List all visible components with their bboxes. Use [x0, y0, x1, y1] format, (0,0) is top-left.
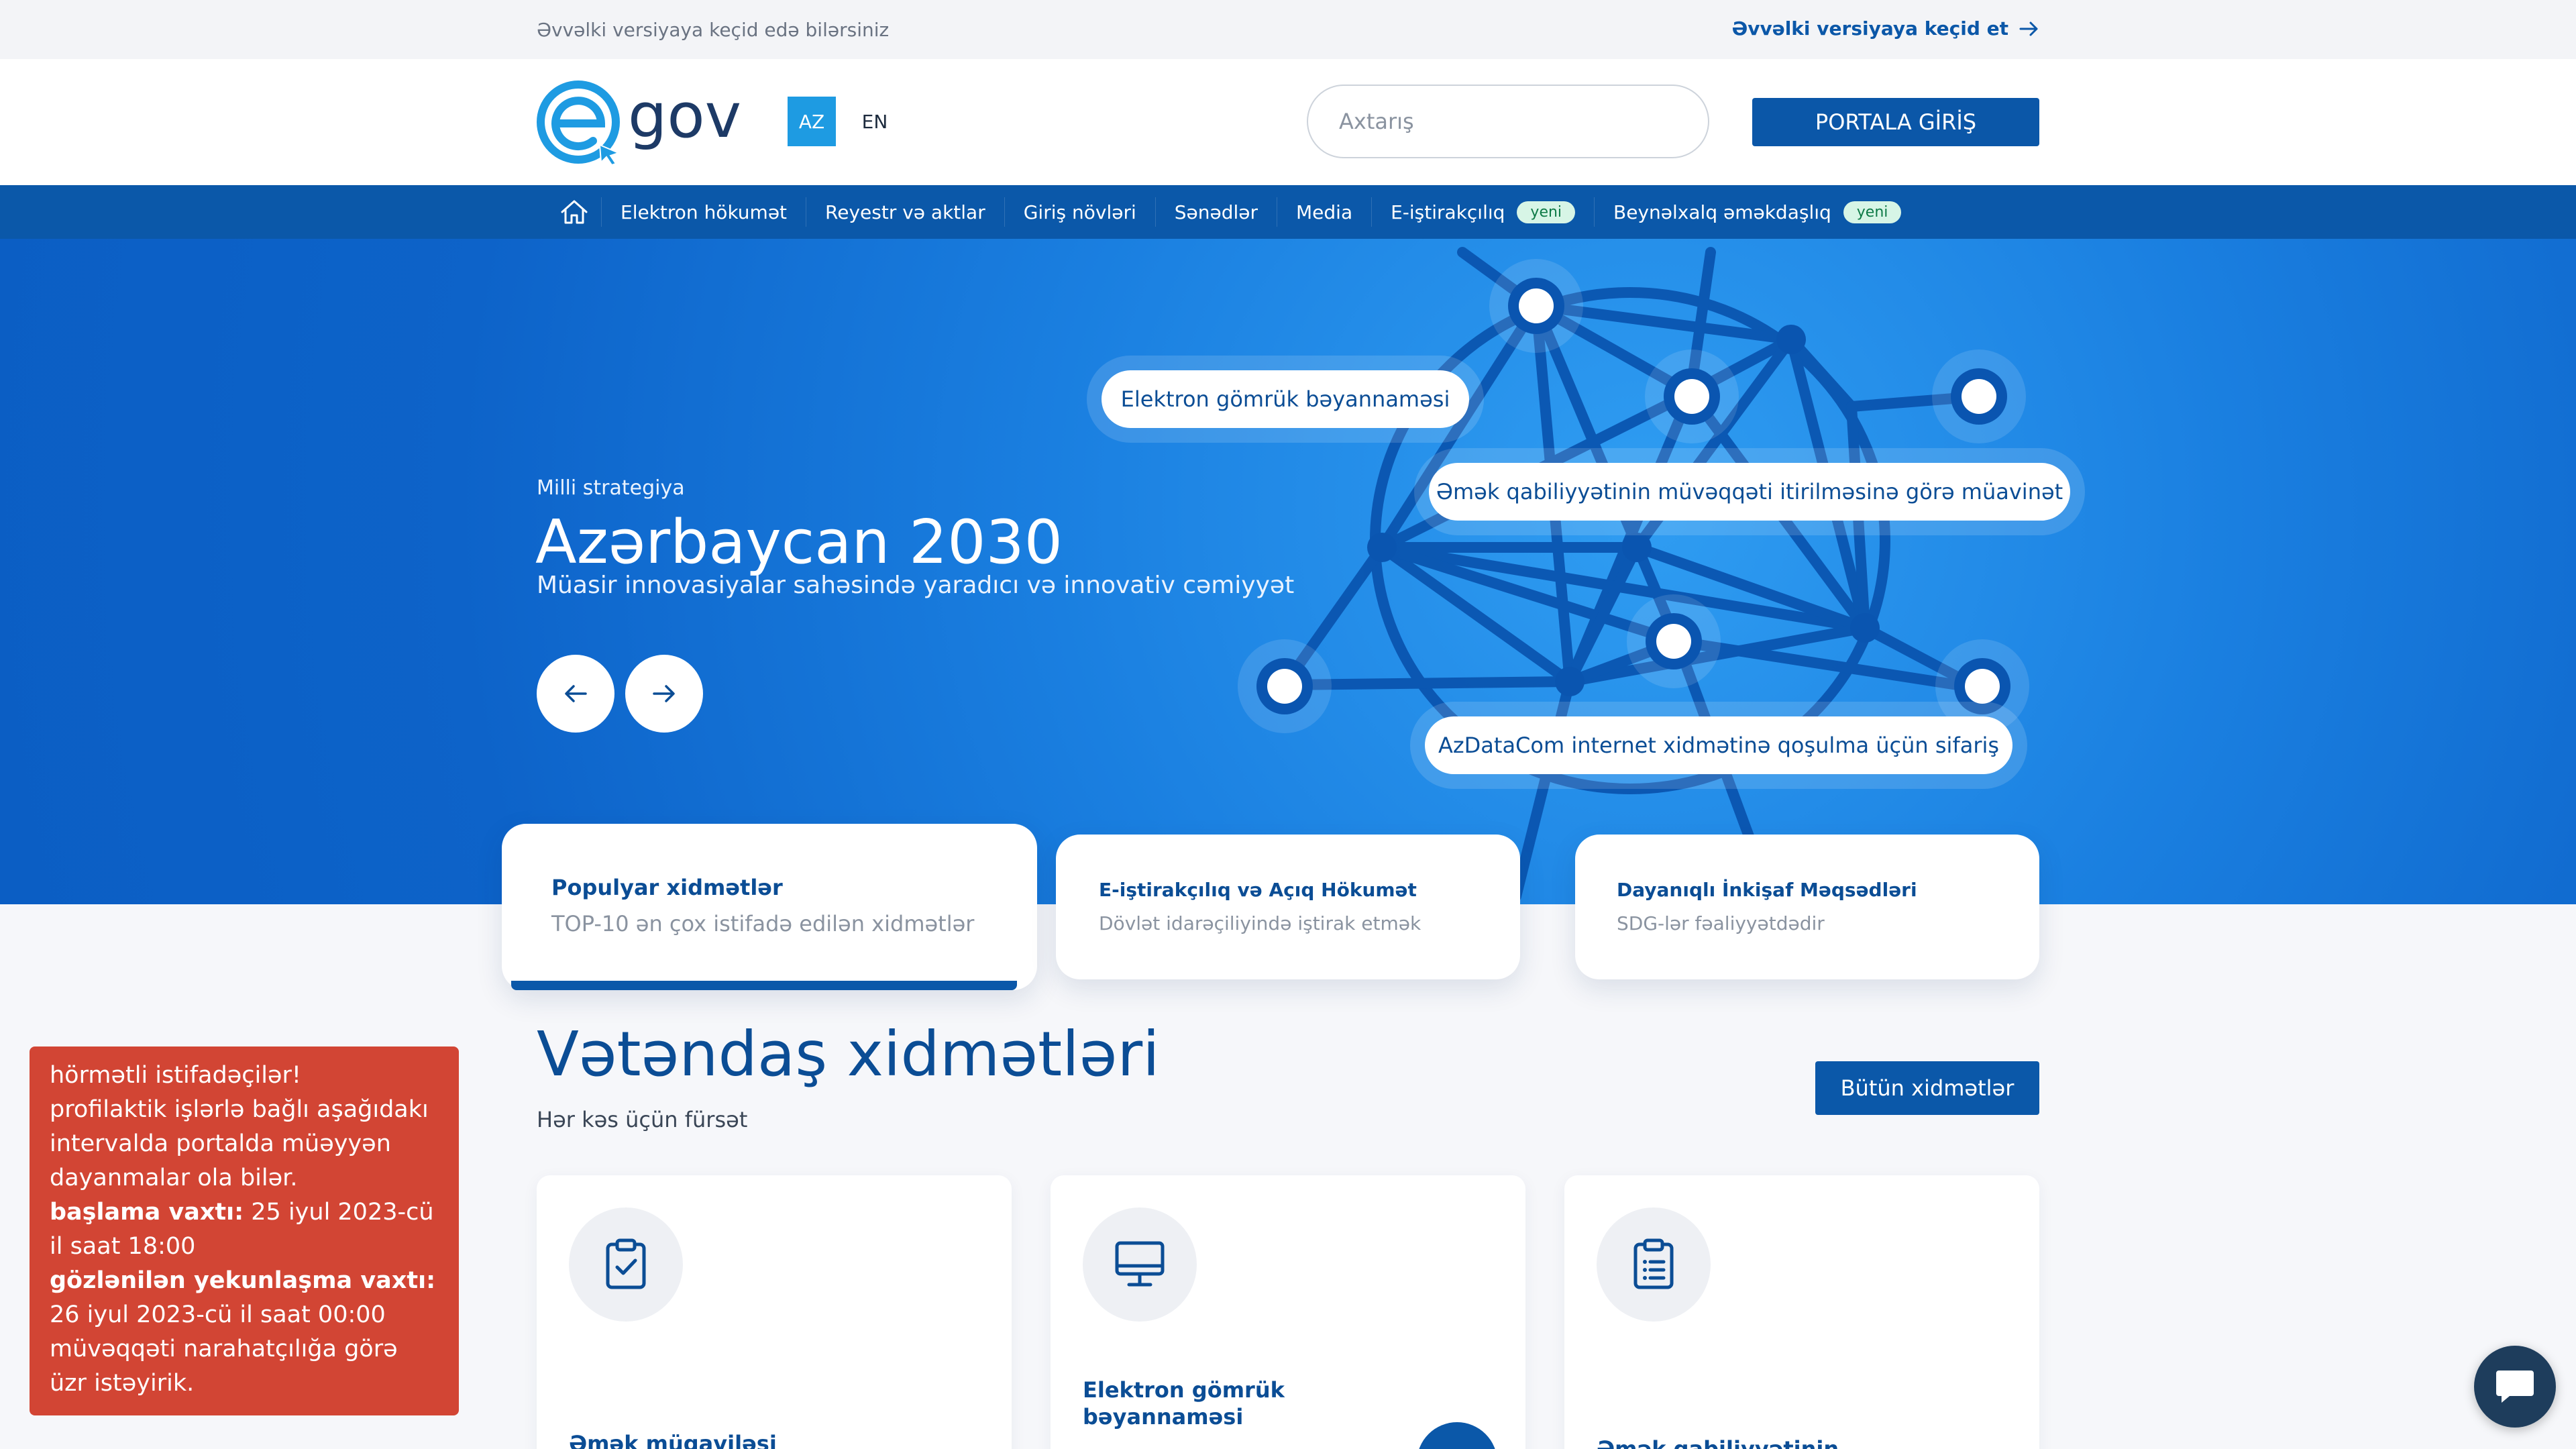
service-title: Elektron gömrük bəyannaməsi — [1083, 1377, 1285, 1430]
lang-az-button[interactable]: AZ — [788, 97, 836, 146]
arrow-left-icon — [565, 685, 587, 702]
category-title: E-iştirakçılıq və Açıq Hökumət — [1099, 879, 1417, 901]
monitor-icon — [1083, 1208, 1197, 1322]
hero-service-pill[interactable]: Elektron gömrük bəyannaməsi — [1102, 370, 1469, 428]
nav-item-label: Media — [1296, 201, 1353, 223]
slider-next-button[interactable] — [625, 655, 703, 733]
nav-item-label: Elektron hökumət — [621, 201, 788, 223]
notice-end: gözlənilən yekunlaşma vaxtı: 26 iyul 202… — [50, 1264, 439, 1332]
all-services-button[interactable]: Bütün xidmətlər — [1815, 1061, 2039, 1115]
category-subtitle: Dövlət idarəçiliyində iştirak etmək — [1099, 912, 1421, 934]
service-title: Əmək müqaviləsi bildirişləri — [569, 1431, 777, 1449]
nav-item-media[interactable]: Media — [1277, 197, 1371, 227]
service-action-button[interactable] — [1417, 1422, 1497, 1449]
hero-service-pill[interactable]: AzDataCom internet xidmətinə qoşulma üçü… — [1425, 716, 2012, 774]
hero-title: Azərbaycan 2030 — [535, 507, 1063, 578]
nav-item-label: Reyestr və aktlar — [825, 201, 985, 223]
nav-item-documents[interactable]: Sənədlər — [1155, 197, 1277, 227]
hero-subtitle: Müasir innovasiyalar sahəsində yaradıcı … — [537, 572, 1295, 599]
hero-service-pill[interactable]: Əmək qabiliyyətinin müvəqqəti itirilməsi… — [1429, 463, 2070, 521]
category-title: Populyar xidmətlər — [551, 875, 783, 900]
category-card-e-participation[interactable]: E-iştirakçılıq və Açıq Hökumət Dövlət id… — [1056, 835, 1520, 979]
nav-item-registry[interactable]: Reyestr və aktlar — [806, 197, 1004, 227]
new-badge: yeni — [1843, 201, 1902, 223]
chat-bubble-icon — [2496, 1371, 2534, 1403]
old-version-link[interactable]: Əvvəlki versiyaya keçid et — [1731, 17, 2039, 40]
slider-prev-button[interactable] — [537, 655, 614, 733]
old-version-message: Əvvəlki versiyaya keçid edə bilərsiniz — [537, 19, 890, 41]
service-card[interactable]: Əmək qabiliyyətinin — [1564, 1175, 2039, 1449]
svg-text:gov: gov — [628, 80, 741, 152]
category-subtitle: SDG-lər fəaliyyətdədir — [1617, 912, 1825, 934]
service-card[interactable]: Elektron gömrük bəyannaməsi — [1051, 1175, 1525, 1449]
arrow-right-icon — [2019, 21, 2038, 36]
notice-start: başlama vaxtı: 25 iyul 2023-cü il saat 1… — [50, 1195, 439, 1264]
notice-start-label: başlama vaxtı: — [50, 1199, 244, 1226]
nav-item-label: E-iştirakçılıq — [1391, 201, 1505, 223]
nav-item-electronic-government[interactable]: Elektron hökumət — [601, 197, 806, 227]
notice-apology: müvəqqəti narahatçılığa görə üzr istəyir… — [50, 1336, 398, 1397]
section-subtitle: Hər kəs üçün fürsət — [537, 1107, 748, 1132]
nav-item-login-types[interactable]: Giriş növləri — [1004, 197, 1155, 227]
nav-item-e-participation[interactable]: E-iştirakçılıq yeni — [1371, 197, 1594, 227]
top-info-bar: Əvvəlki versiyaya keçid edə bilərsiniz Ə… — [0, 0, 2576, 59]
nav-item-label: Sənədlər — [1174, 201, 1258, 223]
old-version-link-label: Əvvəlki versiyaya keçid et — [1731, 17, 2008, 40]
active-indicator — [511, 981, 1017, 990]
category-subtitle: TOP-10 ən çox istifadə edilən xidmətlər — [551, 911, 975, 936]
clipboard-list-icon — [1597, 1208, 1711, 1322]
maintenance-notice: hörmətli istifadəçilər! profilaktik işlə… — [30, 1046, 459, 1415]
main-nav: Elektron hökumət Reyestr və aktlar Giriş… — [0, 185, 2576, 239]
lang-en-button[interactable]: EN — [851, 97, 899, 146]
home-icon[interactable] — [547, 185, 601, 239]
service-title: Əmək qabiliyyətinin — [1597, 1436, 1839, 1449]
nav-item-label: Beynəlxalq əməkdaşlıq — [1613, 201, 1831, 223]
notice-text: profilaktik işlərlə bağlı aşağıdakı inte… — [50, 1096, 429, 1191]
category-card-popular[interactable]: Populyar xidmətlər TOP-10 ən çox istifad… — [502, 824, 1037, 990]
section-title: Vətəndaş xidmətləri — [537, 1018, 1160, 1090]
search-input[interactable]: Axtarış — [1307, 85, 1709, 158]
site-header: gov AZ EN Axtarış PORTALA GİRİŞ — [0, 59, 2576, 185]
egov-logo[interactable]: gov — [537, 79, 765, 166]
clipboard-check-icon — [569, 1208, 683, 1322]
new-badge: yeni — [1517, 201, 1576, 223]
category-card-sdg[interactable]: Dayanıqlı İnkişaf Məqsədləri SDG-lər fəa… — [1575, 835, 2039, 979]
nav-item-international[interactable]: Beynəlxalq əməkdaşlıq yeni — [1594, 197, 1920, 227]
notice-end-label: gözlənilən yekunlaşma vaxtı: — [50, 1267, 436, 1294]
portal-login-button[interactable]: PORTALA GİRİŞ — [1752, 98, 2039, 146]
service-card[interactable]: Əmək müqaviləsi bildirişləri — [537, 1175, 1012, 1449]
nav-item-label: Giriş növləri — [1023, 201, 1136, 223]
hero-kicker: Milli strategiya — [537, 476, 685, 500]
notice-end-value: 26 iyul 2023-cü il saat 00:00 — [50, 1301, 386, 1328]
arrow-right-icon — [653, 685, 675, 702]
chat-button[interactable] — [2474, 1346, 2556, 1428]
notice-greeting: hörmətli istifadəçilər! — [50, 1062, 301, 1089]
category-title: Dayanıqlı İnkişaf Məqsədləri — [1617, 879, 1917, 901]
hero-banner: Milli strategiya Azərbaycan 2030 Müasir … — [0, 239, 2576, 904]
